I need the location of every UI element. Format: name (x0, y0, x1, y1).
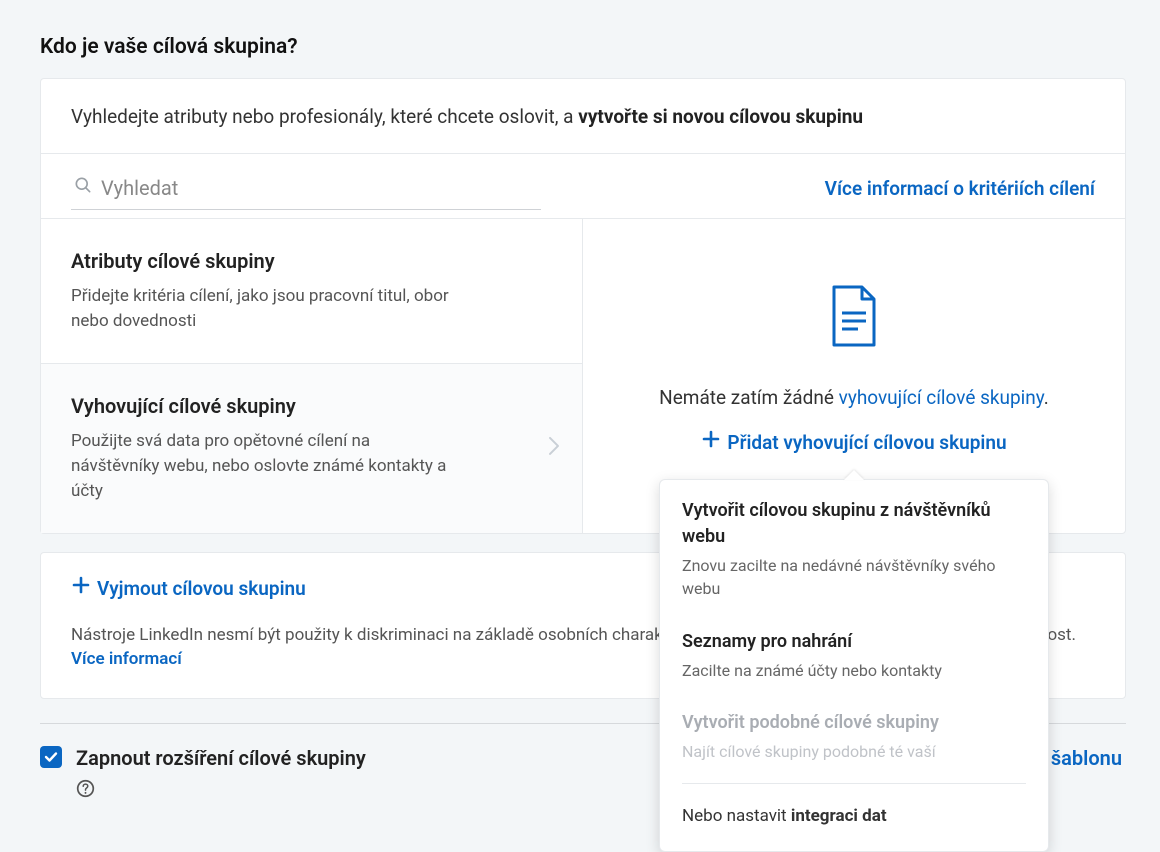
popover-item-upload-lists[interactable]: Seznamy pro nahrání Zacilte na známé účt… (660, 615, 1048, 696)
tile-matched-audiences[interactable]: Vyhovující cílové skupiny Použijte svá d… (41, 364, 583, 533)
tile-desc: Přidejte kritéria cílení, jako jsou prac… (71, 284, 451, 333)
footer-action-template[interactable]: šablonu (1051, 744, 1122, 773)
popover-item-title: Seznamy pro nahrání (682, 629, 1026, 655)
popover-divider (682, 783, 1026, 784)
popover-item-desc: Najít cílové skupiny podobné té vaší (682, 740, 1026, 763)
tile-desc: Použijte svá data pro opětovné cílení na… (71, 429, 451, 503)
popover-item-title: Vytvořit cílovou skupinu z návštěvníků w… (682, 498, 1026, 550)
tile-audience-attributes[interactable]: Atributy cílové skupiny Přidejte kritéri… (41, 219, 583, 364)
audience-expansion-label: Zapnout rozšíření cílové skupiny (76, 744, 366, 773)
audience-card: Vyhledejte atributy nebo profesionály, k… (40, 78, 1126, 534)
help-icon[interactable] (76, 779, 95, 804)
empty-blue: vyhovující cílové skupiny (839, 386, 1044, 409)
disclaimer-link[interactable]: Více informací (71, 649, 182, 669)
tile-title: Atributy cílové skupiny (71, 247, 552, 276)
intro-bold: vytvořte si novou cílovou skupinu (578, 105, 863, 128)
matched-empty-state: Nemáte zatím žádné vyhovující cílové sku… (583, 219, 1125, 533)
audience-expansion-checkbox[interactable] (40, 746, 62, 768)
popover-item-website-visitors[interactable]: Vytvořit cílovou skupinu z návštěvníků w… (660, 484, 1048, 615)
popover-item-desc: Znovu zacilte na nedávné návštěvníky své… (682, 554, 1026, 600)
plus-icon (71, 575, 97, 603)
criteria-info-link[interactable]: Více informací o kritériích cílení (825, 175, 1095, 203)
popover-footer-prefix: Nebo nastavit (682, 806, 791, 826)
plus-icon (701, 429, 727, 457)
popover-footer-bold: integraci dat (791, 806, 887, 826)
tile-title: Vyhovující cílové skupiny (71, 392, 552, 421)
search-icon (73, 175, 101, 201)
search-placeholder: Vyhledat (101, 174, 178, 203)
document-icon (830, 285, 878, 353)
popover-item-desc: Zacilte na známé účty nebo kontakty (682, 659, 1026, 682)
popover-item-title: Vytvořit podobné cílové skupiny (682, 710, 1026, 736)
popover-item-lookalike: Vytvořit podobné cílové skupiny Najít cí… (660, 696, 1048, 777)
popover-footer[interactable]: Nebo nastavit integraci dat (660, 790, 1048, 847)
chevron-right-icon (548, 436, 560, 462)
add-matched-label: Přidat vyhovující cílovou skupinu (727, 429, 1006, 457)
exclude-label: Vyjmout cílovou skupinu (97, 575, 306, 603)
empty-suffix: . (1044, 386, 1049, 409)
search-input[interactable]: Vyhledat (71, 168, 541, 210)
intro-prefix: Vyhledejte atributy nebo profesionály, k… (71, 105, 578, 128)
add-matched-audience-button[interactable]: Přidat vyhovující cílovou skupinu (701, 429, 1006, 457)
intro-text: Vyhledejte atributy nebo profesionály, k… (41, 79, 1125, 154)
add-audience-popover: Vytvořit cílovou skupinu z návštěvníků w… (659, 479, 1049, 852)
empty-prefix: Nemáte zatím žádné (659, 386, 838, 409)
section-title: Kdo je vaše cílová skupina? (40, 32, 1126, 62)
